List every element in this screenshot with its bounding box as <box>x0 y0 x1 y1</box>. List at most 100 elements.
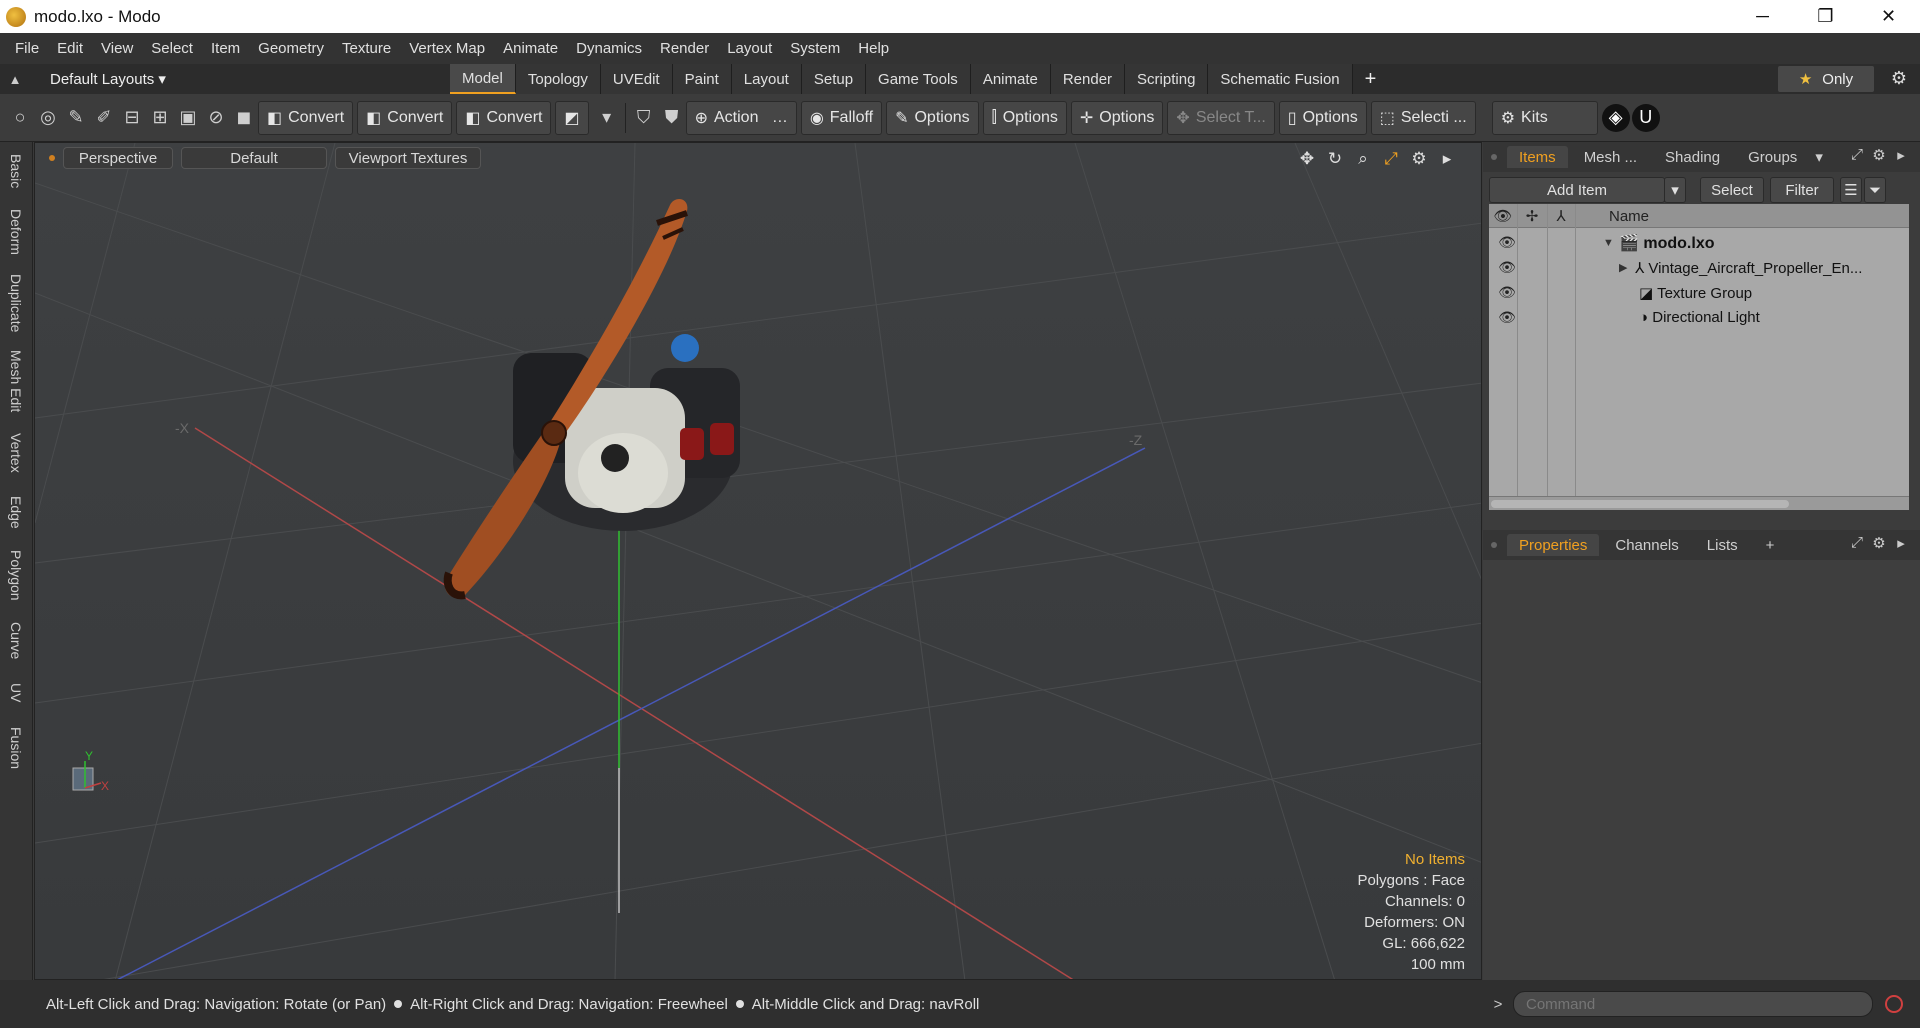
item-row-scene[interactable]: 👁 ▼ 🎬 modo.lxo <box>1489 230 1909 255</box>
menu-item[interactable]: Item <box>202 40 249 57</box>
panel-arrow-icon[interactable]: ▸ <box>1890 146 1912 164</box>
menu-file[interactable]: File <box>6 40 48 57</box>
items-list[interactable]: 👁 ✢ ⅄ Name 👁 ▼ 🎬 modo.lxo 👁 ▶ ⅄ Vintage_… <box>1489 204 1909 496</box>
vtab-deform[interactable]: Deform <box>4 204 28 260</box>
tab-paint[interactable]: Paint <box>672 64 732 94</box>
vtab-mesh-edit[interactable]: Mesh Edit <box>4 346 28 416</box>
command-input[interactable] <box>1513 991 1873 1017</box>
circle-slash-icon[interactable]: ⊘ <box>202 104 230 132</box>
expand-arrow-icon[interactable]: ▶ <box>1619 261 1627 274</box>
tab-setup[interactable]: Setup <box>801 64 867 94</box>
type-column-icon[interactable]: ⅄ <box>1547 204 1575 228</box>
tab-mesh[interactable]: Mesh ... <box>1572 146 1649 168</box>
add-item-dropdown-icon[interactable]: ▾ <box>1664 177 1686 203</box>
close-button[interactable]: ✕ <box>1857 0 1920 33</box>
tab-animate[interactable]: Animate <box>970 64 1051 94</box>
menu-system[interactable]: System <box>781 40 849 57</box>
tab-uvedit[interactable]: UVEdit <box>600 64 673 94</box>
tab-schematic-fusion[interactable]: Schematic Fusion <box>1208 64 1353 94</box>
list-options-icon[interactable]: ☰ <box>1840 177 1862 203</box>
item-mode-button[interactable]: ◩ <box>555 100 589 135</box>
selection-button[interactable]: ⬚ Selecti ... <box>1370 100 1476 135</box>
restore-button[interactable]: ❐ <box>1794 0 1857 33</box>
panel-gear-icon[interactable]: ⚙ <box>1868 146 1890 164</box>
grid-icon[interactable]: ⊞ <box>146 104 174 132</box>
rotate-icon[interactable]: ↻ <box>1321 149 1349 169</box>
pan-icon[interactable]: ✥ <box>1293 149 1321 169</box>
menu-select[interactable]: Select <box>142 40 202 57</box>
tab-scripting[interactable]: Scripting <box>1125 64 1209 94</box>
chevron-down-icon[interactable]: ▾ <box>593 104 621 132</box>
add-item-button[interactable]: Add Item <box>1489 177 1665 203</box>
3d-viewport[interactable]: -X -Z Y X Perspective Default Viewport T… <box>34 142 1482 980</box>
tab-topology[interactable]: Topology <box>515 64 601 94</box>
layout-collapse-icon[interactable]: ▲ <box>0 72 30 87</box>
pen-icon[interactable]: ✎ <box>62 104 90 132</box>
kits-button[interactable]: ⚙ Kits <box>1491 100 1598 135</box>
vtab-curve[interactable]: Curve <box>4 616 28 666</box>
menu-vertex-map[interactable]: Vertex Map <box>400 40 494 57</box>
tab-groups[interactable]: Groups <box>1736 146 1809 168</box>
vtab-uv[interactable]: UV <box>4 676 28 710</box>
vtab-vertex[interactable]: Vertex <box>4 426 28 480</box>
menu-layout[interactable]: Layout <box>718 40 781 57</box>
visibility-eye-icon[interactable]: 👁 <box>1497 284 1517 301</box>
tab-items[interactable]: Items <box>1507 146 1568 168</box>
action-center-button[interactable]: ⊕ Action … <box>685 100 797 135</box>
bridge-icon[interactable]: ⊟ <box>118 104 146 132</box>
viewport-gear-icon[interactable]: ⚙ <box>1405 149 1433 169</box>
edge-mode-icon[interactable]: ◎ <box>34 104 62 132</box>
filter-button[interactable]: Filter <box>1770 177 1834 203</box>
tab-channels[interactable]: Channels <box>1603 534 1690 556</box>
default-layouts-dropdown[interactable]: Default Layouts ▾ <box>30 70 166 88</box>
menu-dynamics[interactable]: Dynamics <box>567 40 651 57</box>
item-row-texture-group[interactable]: 👁 ◪ Texture Group <box>1489 280 1909 305</box>
panel-gear-icon[interactable]: ⚙ <box>1868 534 1890 552</box>
tab-model[interactable]: Model <box>450 64 516 94</box>
command-history-arrow[interactable]: > <box>1483 996 1513 1013</box>
vtab-edge[interactable]: Edge <box>4 490 28 534</box>
visibility-eye-icon[interactable]: 👁 <box>1497 259 1517 276</box>
item-row-directional-light[interactable]: 👁 ◑ Directional Light <box>1489 305 1909 330</box>
item-row-mesh[interactable]: 👁 ▶ ⅄ Vintage_Aircraft_Propeller_En... <box>1489 255 1909 280</box>
lock-column-icon[interactable]: ✢ <box>1517 204 1547 228</box>
expand-panel-icon[interactable]: ⤢ <box>1846 146 1868 164</box>
menu-view[interactable]: View <box>92 40 142 57</box>
panel-menu-dot[interactable] <box>1491 154 1497 160</box>
gear-icon[interactable]: ⚙ <box>1888 68 1910 90</box>
tab-layout[interactable]: Layout <box>731 64 802 94</box>
zoom-icon[interactable]: ⌕ <box>1349 149 1377 169</box>
tab-lists[interactable]: Lists <box>1695 534 1750 556</box>
unity-icon[interactable]: ◈ <box>1601 103 1630 132</box>
menu-geometry[interactable]: Geometry <box>249 40 333 57</box>
viewport-scene[interactable]: -X -Z Y X <box>35 143 1482 980</box>
shield-alt-icon[interactable]: ⛊ <box>658 104 686 132</box>
scrollbar-thumb[interactable] <box>1491 500 1789 508</box>
shield-icon[interactable]: ⛉ <box>630 104 658 132</box>
vtab-duplicate[interactable]: Duplicate <box>4 270 28 336</box>
frame-icon[interactable]: ▣ <box>174 104 202 132</box>
tab-render[interactable]: Render <box>1050 64 1126 94</box>
options-button-2[interactable]: ⫿ Options <box>982 100 1067 135</box>
unreal-icon[interactable]: U <box>1631 103 1660 132</box>
vtab-polygon[interactable]: Polygon <box>4 544 28 606</box>
expand-panel-icon[interactable]: ⤢ <box>1846 534 1868 552</box>
menu-animate[interactable]: Animate <box>494 40 567 57</box>
record-macro-icon[interactable] <box>1885 995 1903 1013</box>
panel-arrow-icon[interactable]: ▸ <box>1890 534 1912 552</box>
falloff-button[interactable]: ◉ Falloff <box>800 100 883 135</box>
play-arrow-icon[interactable]: ▸ <box>1433 149 1461 169</box>
collapse-arrow-icon[interactable]: ▼ <box>1603 237 1614 249</box>
tab-game-tools[interactable]: Game Tools <box>866 64 971 94</box>
convert-button-2[interactable]: ◧ Convert <box>357 100 453 135</box>
convert-button-1[interactable]: ◧ Convert <box>258 100 354 135</box>
vertex-mode-icon[interactable]: ○ <box>6 104 34 132</box>
add-tab-button[interactable]: + <box>1353 64 1389 94</box>
funnel-icon[interactable]: ⏷ <box>1864 177 1886 203</box>
items-horizontal-scrollbar[interactable] <box>1489 496 1909 510</box>
tabs-overflow-icon[interactable]: ▾ <box>1813 146 1825 168</box>
minimize-button[interactable]: ─ <box>1731 0 1794 33</box>
only-button[interactable]: ★ Only <box>1778 66 1874 92</box>
options-button-3[interactable]: ✛ Options <box>1070 100 1164 135</box>
shading-dropdown[interactable]: Default <box>181 147 327 169</box>
